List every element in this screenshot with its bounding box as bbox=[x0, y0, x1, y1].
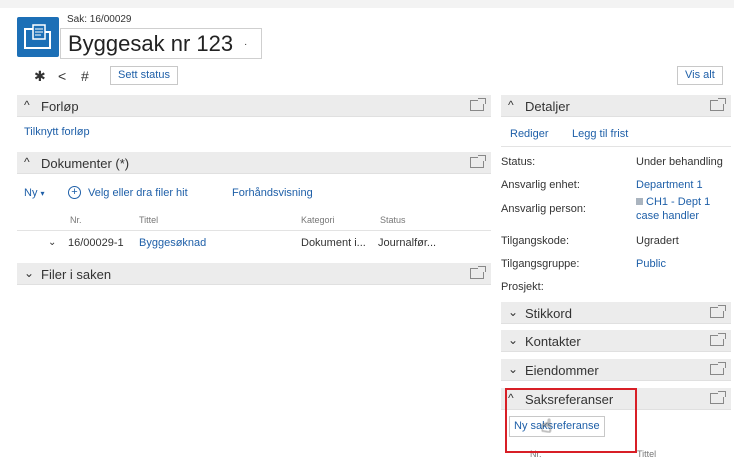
divider bbox=[501, 146, 731, 147]
hand-cursor-icon: ☝ bbox=[541, 416, 552, 436]
case-title: Byggesak nr 123 bbox=[68, 31, 234, 56]
panel-title: Stikkord bbox=[525, 306, 572, 321]
field-label-project: Prosjekt: bbox=[501, 281, 544, 293]
column-header-title[interactable]: Tittel bbox=[139, 215, 158, 225]
show-all-button[interactable]: Vis alt bbox=[677, 66, 723, 85]
popout-icon[interactable] bbox=[710, 333, 726, 346]
details-panel-header[interactable]: ^ Detaljer bbox=[501, 95, 731, 117]
column-header-nr[interactable]: Nr. bbox=[70, 215, 82, 225]
column-header-status[interactable]: Status bbox=[380, 215, 406, 225]
field-label-responsible-person: Ansvarlig person: bbox=[501, 203, 586, 215]
popout-icon[interactable] bbox=[710, 98, 726, 111]
link-process-link[interactable]: Tilknytt forløp bbox=[24, 126, 90, 138]
chevron-down-icon: · bbox=[244, 39, 248, 50]
keywords-panel-header[interactable]: ⌄ Stikkord bbox=[501, 302, 731, 324]
collapse-arrow-icon[interactable]: ^ bbox=[24, 155, 30, 169]
share-icon[interactable]: < bbox=[58, 69, 66, 83]
hash-icon[interactable]: # bbox=[81, 69, 89, 83]
field-value-responsible-unit[interactable]: Department 1 bbox=[636, 179, 703, 191]
new-document-dropdown[interactable]: Ny ▾ bbox=[24, 187, 45, 199]
popout-icon[interactable] bbox=[470, 155, 486, 168]
document-category: Dokument i... bbox=[301, 237, 366, 249]
field-label-responsible-unit: Ansvarlig enhet: bbox=[501, 179, 580, 191]
divider bbox=[17, 230, 491, 231]
highlight-box bbox=[505, 388, 637, 453]
add-deadline-link[interactable]: Legg til frist bbox=[572, 128, 628, 140]
popout-icon[interactable] bbox=[470, 98, 486, 111]
popout-icon[interactable] bbox=[470, 266, 486, 279]
field-label-access-code: Tilgangskode: bbox=[501, 235, 570, 247]
expand-arrow-icon[interactable]: ⌄ bbox=[508, 305, 518, 319]
documents-panel-header[interactable]: ^ Dokumenter (*) bbox=[17, 152, 491, 174]
field-value-responsible-person-line2[interactable]: case handler bbox=[636, 210, 699, 222]
preview-link[interactable]: Forhåndsvisning bbox=[232, 187, 313, 199]
popout-icon[interactable] bbox=[710, 391, 726, 404]
add-files-link[interactable]: Velg eller dra filer hit bbox=[88, 187, 188, 199]
field-value-access-group[interactable]: Public bbox=[636, 258, 666, 270]
field-label-access-group: Tilgangsgruppe: bbox=[501, 258, 580, 270]
panel-title: Kontakter bbox=[525, 334, 581, 349]
field-value-status: Under behandling bbox=[636, 156, 723, 168]
add-circle-icon[interactable]: + bbox=[68, 186, 81, 199]
document-status: Journalfør... bbox=[378, 237, 437, 249]
pin-icon[interactable]: ✱ bbox=[34, 69, 46, 83]
person-icon bbox=[636, 198, 643, 205]
panel-title: Dokumenter (*) bbox=[41, 156, 130, 171]
document-number: 16/00029-1 bbox=[68, 237, 124, 249]
edit-details-link[interactable]: Rediger bbox=[510, 128, 549, 140]
popout-icon[interactable] bbox=[710, 362, 726, 375]
properties-panel-header[interactable]: ⌄ Eiendommer bbox=[501, 359, 731, 381]
expand-row-icon[interactable]: ⌄ bbox=[48, 237, 56, 248]
expand-arrow-icon[interactable]: ⌄ bbox=[508, 333, 518, 347]
column-header-title[interactable]: Tittel bbox=[637, 449, 656, 459]
forlop-panel-header[interactable]: ^ Forløp bbox=[17, 95, 491, 117]
panel-title: Forløp bbox=[41, 99, 79, 114]
case-files-panel-header[interactable]: ⌄ Filer i saken bbox=[17, 263, 491, 285]
expand-arrow-icon[interactable]: ⌄ bbox=[508, 362, 518, 376]
column-header-category[interactable]: Kategori bbox=[301, 215, 335, 225]
set-status-button[interactable]: Sett status bbox=[110, 66, 178, 85]
case-folder-icon bbox=[17, 17, 59, 57]
contacts-panel-header[interactable]: ⌄ Kontakter bbox=[501, 330, 731, 352]
panel-title: Filer i saken bbox=[41, 267, 112, 282]
field-value-access-code: Ugradert bbox=[636, 235, 679, 247]
panel-title: Detaljer bbox=[525, 99, 570, 114]
expand-arrow-icon[interactable]: ⌄ bbox=[24, 266, 34, 280]
field-value-responsible-person[interactable]: CH1 - Dept 1 bbox=[646, 196, 710, 208]
panel-title: Eiendommer bbox=[525, 363, 599, 378]
case-title-selector[interactable]: Byggesak nr 123 · bbox=[60, 28, 262, 59]
top-strip bbox=[0, 0, 734, 8]
popout-icon[interactable] bbox=[710, 305, 726, 318]
collapse-arrow-icon[interactable]: ^ bbox=[508, 98, 514, 112]
case-number-label: Sak: 16/00029 bbox=[67, 14, 132, 25]
chevron-down-icon: ▾ bbox=[40, 189, 45, 198]
new-label: Ny bbox=[24, 187, 38, 199]
document-title-link[interactable]: Byggesøknad bbox=[139, 237, 206, 249]
collapse-arrow-icon[interactable]: ^ bbox=[24, 98, 30, 112]
field-label-status: Status: bbox=[501, 156, 536, 168]
case-page: Sak: 16/00029 Byggesak nr 123 · ✱ < # Se… bbox=[0, 0, 734, 465]
